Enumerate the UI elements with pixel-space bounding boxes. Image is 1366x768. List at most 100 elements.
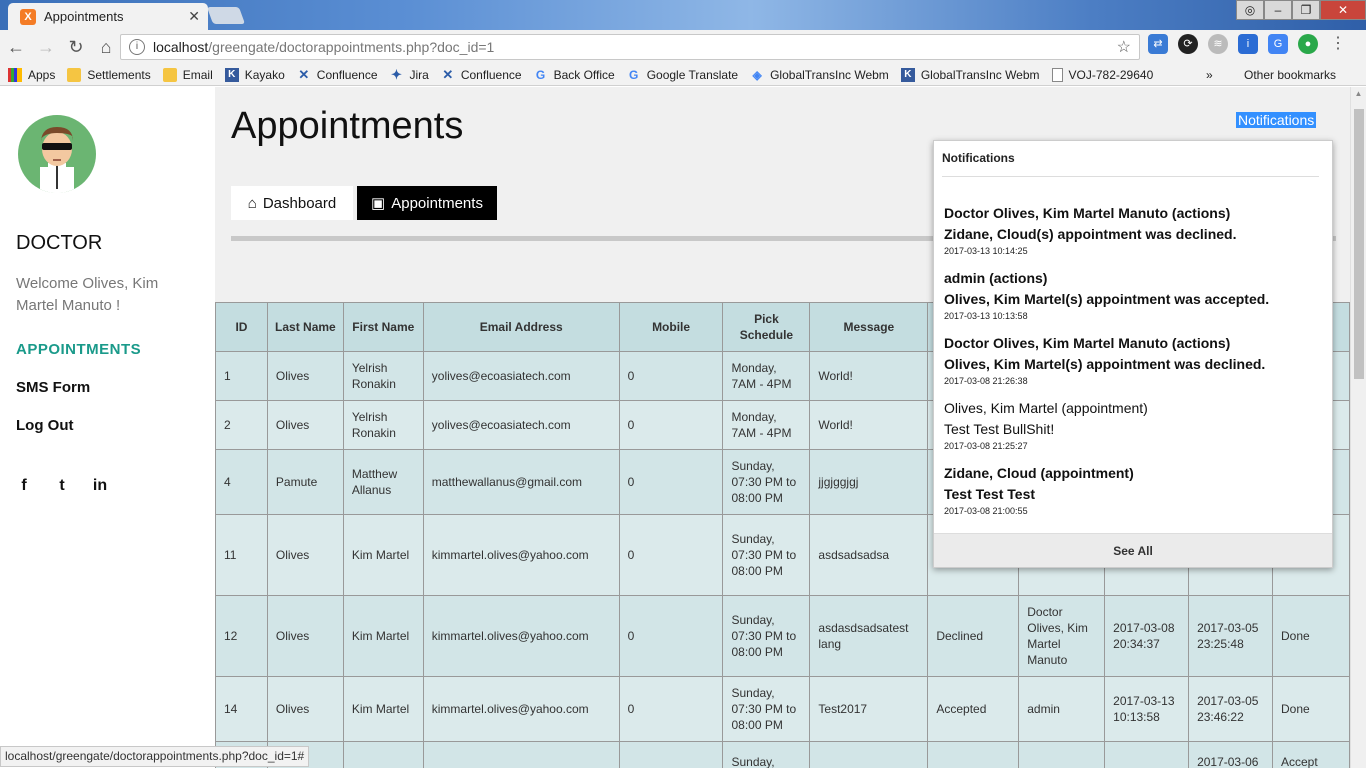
bookmark-jira[interactable]: ✦ Jira [390, 67, 429, 82]
notifications-link[interactable]: Notifications [1236, 112, 1317, 128]
table-cell: World! [809, 351, 929, 401]
table-cell: Olives [266, 400, 344, 450]
bookmark-google-translate[interactable]: G Google Translate [627, 68, 738, 82]
scroll-up-icon[interactable]: ▲ [1351, 87, 1366, 101]
table-cell: Olives [266, 351, 344, 401]
table-cell [618, 741, 724, 768]
bookmark-back-office[interactable]: G Back Office [534, 68, 615, 82]
bookmark-apps[interactable]: Apps [8, 67, 55, 82]
table-cell: Olives [266, 595, 344, 677]
bookmark-confluence-2[interactable]: ✕ Confluence [441, 67, 521, 82]
table-cell: yolives@ecoasiatech.com [422, 351, 620, 401]
page-scrollbar[interactable]: ▲ [1350, 87, 1366, 768]
scrollbar-thumb[interactable] [1354, 109, 1364, 379]
bookmark-settlements[interactable]: Settlements [67, 67, 151, 82]
dashboard-button[interactable]: ⌂ Dashboard [231, 186, 353, 220]
globe-icon: ◈ [752, 67, 762, 82]
table-cell: Sunday, 07:30 PM to 08:00 PM [722, 676, 811, 742]
welcome-text: Welcome Olives, Kim Martel Manuto ! [16, 275, 159, 314]
extension-info-icon[interactable]: i [1238, 34, 1258, 54]
notification-message: Olives, Kim Martel(s) appointment was ac… [944, 291, 1270, 307]
bookmarks-overflow-button[interactable]: » [1206, 64, 1213, 85]
table-cell: 0 [618, 676, 724, 742]
home-icon[interactable]: ⌂ [92, 33, 120, 61]
twitter-icon[interactable]: t [54, 477, 70, 495]
notification-title: Doctor Olives, Kim Martel Manuto (action… [944, 335, 1231, 351]
notification-item[interactable]: Doctor Olives, Kim Martel Manuto (action… [944, 333, 1324, 386]
linkedin-icon[interactable]: in [92, 477, 108, 495]
kayako-icon: K [224, 67, 239, 82]
notification-title: Doctor Olives, Kim Martel Manuto (action… [944, 205, 1231, 221]
sidebar-item-sms-form[interactable]: SMS Form [16, 379, 90, 396]
back-arrow-icon[interactable]: ← [2, 33, 30, 61]
table-cell: Matthew Allanus [342, 449, 424, 515]
bookmark-globaltrans-1[interactable]: ◈ GlobalTransInc Webm [750, 67, 888, 82]
table-cell: asdsadsadsa [809, 514, 929, 596]
column-header: Last Name [266, 302, 344, 352]
minimize-icon[interactable]: – [1264, 0, 1292, 20]
notification-item[interactable]: Zidane, Cloud (appointment) Test Test Tes… [944, 463, 1324, 516]
table-cell: 4 [215, 449, 268, 515]
table-cell: Kim Martel [342, 514, 424, 596]
table-cell: 1 [215, 351, 268, 401]
table-cell: Yelrish Ronakin [342, 400, 424, 450]
site-info-icon[interactable]: i [129, 39, 145, 55]
social-links: f t in [16, 477, 108, 495]
notification-item[interactable]: Olives, Kim Martel (appointment) Test Tes… [944, 398, 1324, 451]
table-cell: Sunday, 07:30 PM to 08:00 PM [722, 449, 811, 515]
notifications-list: Doctor Olives, Kim Martel Manuto (action… [944, 203, 1324, 528]
window-close-icon[interactable]: ✕ [1320, 0, 1366, 20]
table-row: Sunday, 2017-03-06 Accept [215, 741, 1350, 768]
column-header: Pick Schedule [722, 302, 811, 352]
notification-item[interactable]: admin (actions) Olives, Kim Martel(s) app… [944, 268, 1324, 321]
table-cell: 0 [618, 449, 724, 515]
forward-arrow-icon[interactable]: → [32, 33, 60, 61]
browser-toolbar: ← → ↻ ⌂ i localhost /greengate/doctorapp… [0, 30, 1366, 64]
table-cell: Accepted [927, 676, 1020, 742]
bookmark-confluence[interactable]: ✕ Confluence [297, 67, 377, 82]
table-cell: 12 [215, 595, 268, 677]
address-bar[interactable]: i localhost /greengate/doctorappointment… [120, 34, 1140, 60]
browser-menu-icon[interactable]: ⋮ [1328, 34, 1348, 54]
window-controls: ◎ – ❐ ✕ [1236, 0, 1366, 20]
table-cell: Declined [927, 595, 1020, 677]
dashboard-label: Dashboard [262, 194, 337, 212]
reload-icon[interactable]: ↻ [62, 33, 90, 61]
restore-icon[interactable]: ❐ [1292, 0, 1320, 20]
extension-translate-icon[interactable]: ⇄ [1148, 34, 1168, 54]
extension-sync-icon[interactable]: ⟳ [1178, 34, 1198, 54]
user-profile-icon[interactable]: ◎ [1236, 0, 1264, 20]
appointments-button[interactable]: ▣ Appointments [357, 186, 497, 220]
extension-spotify-icon[interactable]: ≋ [1208, 34, 1228, 54]
bookmark-star-icon[interactable]: ☆ [1117, 37, 1131, 57]
table-cell: 2 [215, 400, 268, 450]
sidebar: DOCTOR Welcome Olives, Kim Martel Manuto… [0, 87, 215, 768]
facebook-icon[interactable]: f [16, 477, 32, 495]
browser-tab-appointments[interactable]: X Appointments ✕ [8, 3, 208, 30]
kayako-icon: K [900, 67, 915, 82]
extension-new-icon[interactable]: ● [1298, 34, 1318, 54]
table-cell [1018, 741, 1106, 768]
bookmark-kayako[interactable]: K Kayako [224, 67, 285, 82]
sidebar-item-logout[interactable]: Log Out [16, 417, 73, 434]
table-cell: Olives [266, 676, 344, 742]
table-cell: Olives [266, 514, 344, 596]
main-content: Appointments Notifications ⌂ Dashboard ▣… [215, 87, 1350, 768]
other-bookmarks[interactable]: Other bookmarks [1238, 68, 1336, 82]
new-tab-button[interactable] [206, 7, 246, 24]
notification-time: 2017-03-08 21:26:38 [944, 376, 1028, 386]
see-all-button[interactable]: See All [934, 533, 1332, 567]
tab-close-icon[interactable]: ✕ [188, 8, 200, 25]
bookmark-globaltrans-2[interactable]: K GlobalTransInc Webm [900, 67, 1040, 82]
sidebar-item-appointments[interactable]: APPOINTMENTS [16, 341, 141, 358]
table-cell: asdasdsadsatest lang [809, 595, 929, 677]
notification-title: Zidane, Cloud (appointment) [944, 465, 1134, 481]
bookmark-voj[interactable]: VOJ-782-29640 [1051, 67, 1153, 82]
extension-google-translate-icon[interactable]: G [1268, 34, 1288, 54]
notifications-header: Notifications [942, 151, 1015, 165]
notification-item[interactable]: Doctor Olives, Kim Martel Manuto (action… [944, 203, 1324, 256]
column-header: ID [215, 302, 268, 352]
xampp-favicon-icon: X [20, 8, 36, 25]
table-cell: kimmartel.olives@yahoo.com [422, 514, 620, 596]
bookmark-email[interactable]: Email [162, 67, 213, 82]
